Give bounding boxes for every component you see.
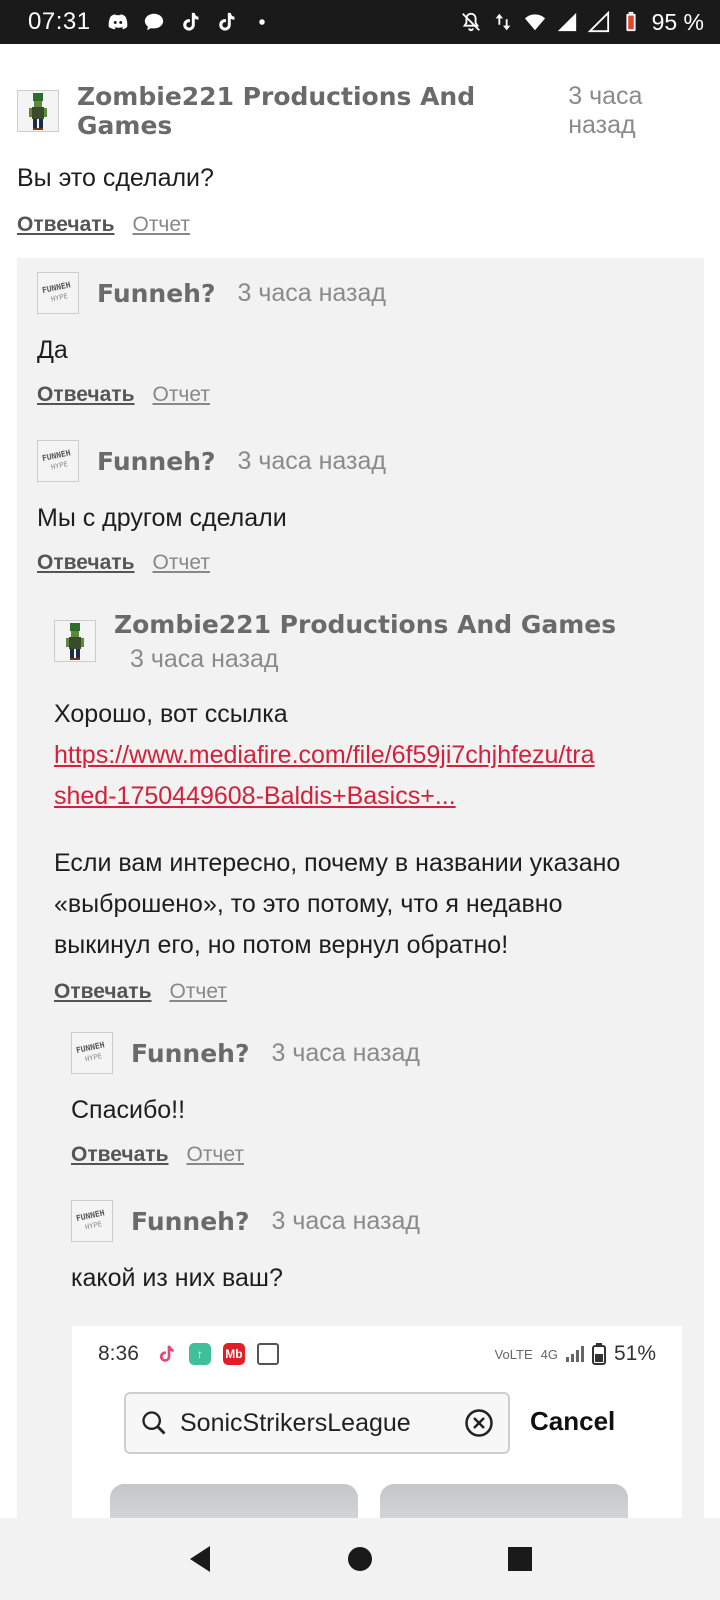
- comment-text: Да: [37, 336, 68, 364]
- comment: FUNNEH HYPE Funneh? 3 часа назад Мы с дру…: [37, 440, 687, 575]
- data-arrows-icon: [492, 11, 514, 33]
- report-link[interactable]: Отчет: [169, 980, 227, 1004]
- comment-text: Хорошо, вот ссылка: [54, 700, 288, 728]
- avatar-funneh[interactable]: FUNNEH HYPE: [71, 1200, 113, 1242]
- text-line: выкинул его, но потом вернул обратно!: [54, 931, 509, 959]
- attached-screenshot[interactable]: 8:36 ↑ Mb VoLTE 4G 51% SonicStrikersLeag…: [72, 1326, 682, 1518]
- comment-time: 3 часа назад: [237, 446, 386, 475]
- search-query: SonicStrikersLeague: [180, 1408, 411, 1437]
- avatar-funneh[interactable]: FUNNEH HYPE: [71, 1032, 113, 1074]
- comment-author[interactable]: Zombie221 Productions And Games: [114, 608, 616, 642]
- wifi-icon: [524, 11, 546, 33]
- system-icons: 95 %: [460, 9, 704, 36]
- signal-icon: [565, 1346, 584, 1362]
- comment: FUNNEH HYPE Funneh? 3 часа назад какой из…: [71, 1200, 671, 1299]
- link-line[interactable]: shed-1750449608-Baldis+Basics+...: [54, 776, 674, 817]
- embedded-battery: 51%: [613, 1342, 656, 1365]
- svg-text:HYPE: HYPE: [50, 292, 68, 303]
- signal-icon: [556, 11, 578, 33]
- upload-icon: ↑: [188, 1343, 211, 1365]
- report-link[interactable]: Отчет: [186, 1143, 244, 1167]
- embedded-time: 8:36: [98, 1342, 139, 1365]
- link-line[interactable]: https://www.mediafire.com/file/6f59ji7ch…: [54, 735, 674, 776]
- reply-link[interactable]: Отвечать: [37, 551, 134, 575]
- discord-icon: [107, 11, 129, 33]
- dot-icon: [251, 11, 273, 33]
- comment-time: 3 часа назад: [271, 1038, 420, 1067]
- comment-author[interactable]: Funneh?: [97, 447, 215, 476]
- report-link[interactable]: Отчет: [132, 213, 190, 237]
- svg-text:HYPE: HYPE: [84, 1220, 102, 1231]
- volte-icon: VoLTE: [494, 1346, 533, 1362]
- tiktok-icon: [179, 11, 201, 33]
- tiktok-icon: [154, 1343, 177, 1365]
- comments-list[interactable]: Zombie221 Productions And Games 3 часа н…: [0, 44, 720, 1518]
- status-bar: 07:31 95 %: [0, 0, 720, 44]
- calendar-icon: [256, 1343, 279, 1365]
- comment-time: 3 часа назад: [130, 645, 279, 673]
- embedded-status-bar: 8:36 ↑ Mb VoLTE 4G 51%: [72, 1326, 682, 1382]
- report-link[interactable]: Отчет: [152, 383, 210, 407]
- bell-off-icon: [460, 11, 482, 33]
- battery-icon: [591, 1343, 606, 1365]
- comment-author[interactable]: Funneh?: [131, 1039, 249, 1068]
- cancel-button[interactable]: Cancel: [530, 1406, 615, 1437]
- text-line: «выброшено», то это потому, что я недавн…: [54, 890, 563, 918]
- tiktok-icon: [215, 11, 237, 33]
- result-card[interactable]: [110, 1484, 358, 1518]
- comment-text: Вы это сделали?: [17, 164, 214, 192]
- network-type: 4G: [540, 1346, 558, 1362]
- reply-link[interactable]: Отвечать: [71, 1143, 168, 1167]
- comment-text: какой из них ваш?: [71, 1264, 283, 1292]
- download-link[interactable]: https://www.mediafire.com/file/6f59ji7ch…: [54, 735, 674, 817]
- comment-author[interactable]: Funneh?: [97, 279, 215, 308]
- reply-link[interactable]: Отвечать: [17, 213, 114, 237]
- comment-time: 3 часа назад: [568, 82, 643, 139]
- notification-icons: [107, 11, 273, 33]
- comment: Zombie221 Productions And Games 3 часа н…: [17, 82, 707, 237]
- text-line: Если вам интересно, почему в названии ук…: [54, 849, 621, 877]
- comment-time: 3 часа назад: [237, 278, 386, 307]
- status-time: 07:31: [28, 8, 91, 35]
- comment-text: Спасибо!!: [71, 1096, 186, 1124]
- comment-author[interactable]: Zombie221 Productions And Games: [77, 82, 546, 140]
- comment: Zombie221 Productions And Games 3 часа н…: [54, 608, 674, 1004]
- svg-text:HYPE: HYPE: [50, 460, 68, 471]
- home-icon[interactable]: [340, 1539, 380, 1579]
- result-card[interactable]: [380, 1484, 628, 1518]
- signal-icon: [587, 11, 610, 33]
- mvideo-icon: Mb: [222, 1343, 245, 1365]
- comment-time: 3 часа назад: [271, 1206, 420, 1235]
- avatar-funneh[interactable]: FUNNEH HYPE: [37, 440, 79, 482]
- avatar-zombie[interactable]: [54, 620, 96, 662]
- clear-icon[interactable]: [464, 1408, 494, 1438]
- avatar-zombie[interactable]: [17, 90, 59, 132]
- comment: FUNNEH HYPE Funneh? 3 часа назад Спасибо!…: [71, 1032, 671, 1167]
- back-icon[interactable]: [180, 1539, 220, 1579]
- reply-link[interactable]: Отвечать: [54, 980, 151, 1004]
- search-input[interactable]: SonicStrikersLeague: [124, 1392, 510, 1454]
- navigation-bar: [0, 1518, 720, 1600]
- chat-icon: [143, 11, 165, 33]
- comment-text-paragraph: Если вам интересно, почему в названии ук…: [54, 843, 674, 966]
- recents-icon[interactable]: [500, 1539, 540, 1579]
- battery-icon: [620, 11, 642, 33]
- search-icon: [142, 1411, 166, 1435]
- comment: FUNNEH HYPE Funneh? 3 часа назад Да Отвеч…: [37, 272, 687, 407]
- avatar-funneh[interactable]: FUNNEH HYPE: [37, 272, 79, 314]
- reply-link[interactable]: Отвечать: [37, 383, 134, 407]
- comment-author[interactable]: Funneh?: [131, 1207, 249, 1236]
- svg-text:HYPE: HYPE: [84, 1052, 102, 1063]
- comment-text: Мы с другом сделали: [37, 504, 287, 532]
- report-link[interactable]: Отчет: [152, 551, 210, 575]
- battery-percent: 95 %: [651, 8, 704, 35]
